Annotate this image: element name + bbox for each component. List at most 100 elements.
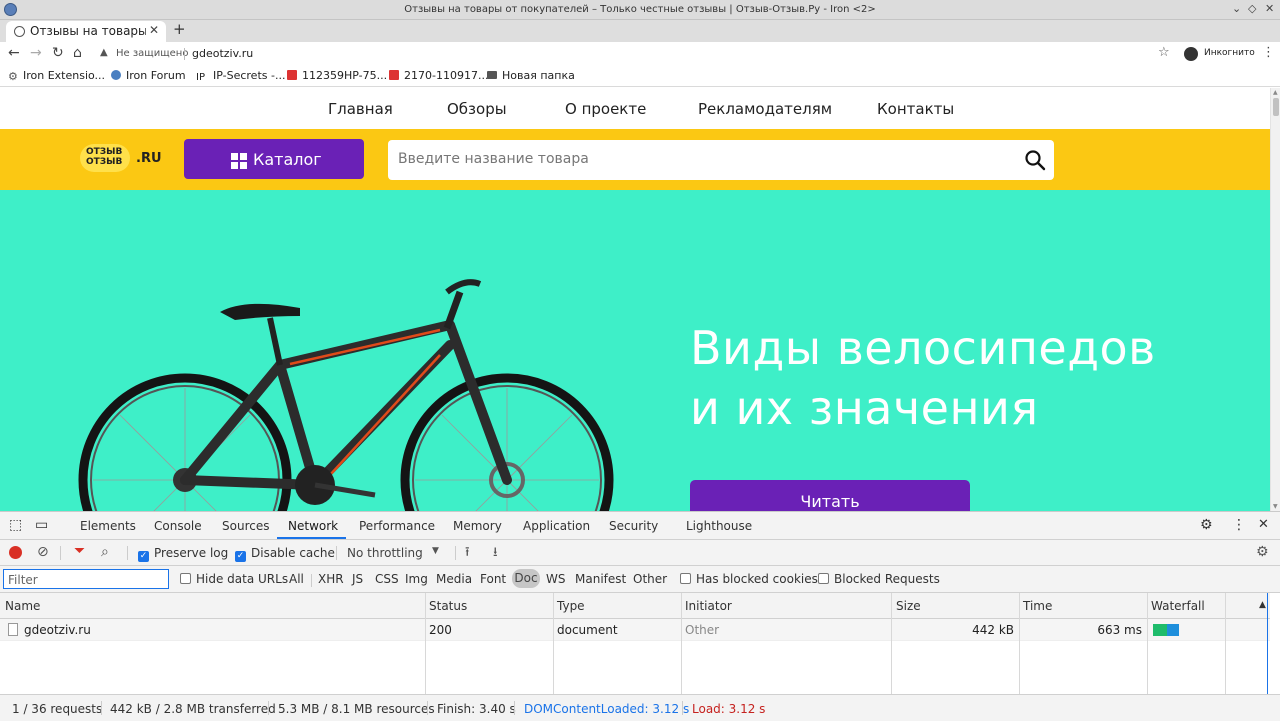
blocked-requests-checkbox[interactable]: Blocked Requests (818, 572, 940, 586)
column-waterfall[interactable]: Waterfall (1151, 599, 1205, 613)
chevron-down-icon[interactable]: ▼ (432, 546, 439, 556)
maximize-icon[interactable]: ◇ (1248, 2, 1256, 15)
gear-icon: ⚙ (8, 70, 18, 83)
tab-sources[interactable]: Sources (222, 519, 269, 533)
scroll-up-icon[interactable]: ▲ (1273, 89, 1278, 96)
settings-gear-icon[interactable]: ⚙ (1200, 517, 1213, 533)
browser-tab[interactable]: Отзывы на товары от ✕ (6, 21, 166, 42)
hero-title: Виды велосипедов и их значения (690, 321, 1156, 435)
bookmark-item[interactable]: Новая папка (487, 69, 575, 82)
column-size[interactable]: Size (896, 599, 921, 613)
column-status[interactable]: Status (429, 599, 467, 613)
close-window-icon[interactable]: ✕ (1265, 2, 1274, 15)
filter-funnel-icon[interactable]: ⏷ (74, 543, 85, 559)
tab-memory[interactable]: Memory (453, 519, 502, 533)
filter-xhr[interactable]: XHR (318, 572, 344, 586)
read-button[interactable]: Читать (690, 480, 970, 511)
close-tab-icon[interactable]: ✕ (149, 23, 159, 37)
sort-ascending-icon[interactable]: ▲ (1259, 600, 1266, 610)
table-row[interactable]: gdeotziv.ru 200 document Other 442 kB 66… (0, 619, 1270, 641)
home-icon[interactable]: ⌂ (73, 45, 82, 61)
status-divider (427, 701, 428, 715)
bookmark-star-icon[interactable]: ☆ (1158, 45, 1170, 60)
preserve-log-checkbox[interactable]: ✓ Preserve log (138, 546, 228, 562)
disable-cache-checkbox[interactable]: ✓ Disable cache (235, 546, 335, 562)
scroll-thumb[interactable] (1273, 98, 1279, 116)
bookmark-item[interactable]: 2170-110917... (389, 69, 488, 82)
close-devtools-icon[interactable]: ✕ (1258, 517, 1269, 532)
nav-reviews[interactable]: Обзоры (447, 100, 507, 118)
cell-type: document (557, 623, 618, 637)
nav-advertisers[interactable]: Рекламодателям (698, 100, 832, 118)
filter-doc[interactable]: Doc (512, 569, 540, 588)
new-tab-button[interactable]: + (173, 20, 186, 38)
back-icon[interactable]: ← (8, 45, 20, 61)
record-icon[interactable] (9, 546, 22, 559)
filter-input[interactable]: Filter (3, 569, 169, 589)
tab-elements[interactable]: Elements (80, 519, 136, 533)
address-separator (184, 48, 185, 60)
waterfall-bar-waiting (1153, 624, 1167, 636)
column-name[interactable]: Name (5, 599, 40, 613)
filter-font[interactable]: Font (480, 572, 506, 586)
bookmark-label: Новая папка (502, 69, 575, 82)
logo-text: ОТЗЫВ ОТЗЫВ (86, 147, 123, 167)
bookmark-item[interactable]: ⚙ Iron Extensio... (8, 69, 105, 83)
finish-time: Finish: 3.40 s (437, 702, 516, 716)
column-initiator[interactable]: Initiator (685, 599, 732, 613)
filter-all[interactable]: All (289, 572, 304, 586)
disable-cache-label: Disable cache (251, 546, 335, 560)
tab-application[interactable]: Application (523, 519, 590, 533)
network-settings-gear-icon[interactable]: ⚙ (1256, 544, 1269, 560)
tab-performance[interactable]: Performance (359, 519, 435, 533)
nav-about[interactable]: О проекте (565, 100, 646, 118)
column-type[interactable]: Type (557, 599, 585, 613)
filter-css[interactable]: CSS (375, 572, 399, 586)
filter-other[interactable]: Other (633, 572, 667, 586)
reload-icon[interactable]: ↻ (52, 45, 64, 61)
catalog-button[interactable]: Каталог (184, 139, 364, 179)
tab-console[interactable]: Console (154, 519, 202, 533)
has-blocked-cookies-checkbox[interactable]: Has blocked cookies (680, 572, 818, 586)
security-label[interactable]: Не защищено (116, 48, 188, 59)
device-toolbar-icon[interactable]: ▭ (35, 517, 48, 533)
tab-network[interactable]: Network (288, 519, 338, 533)
filter-media[interactable]: Media (436, 572, 472, 586)
filter-js[interactable]: JS (352, 572, 363, 586)
search-icon[interactable] (1024, 149, 1046, 171)
checkbox-checked-icon: ✓ (235, 551, 246, 562)
bookmark-item[interactable]: Iron Forum (111, 69, 186, 82)
clear-icon[interactable]: ⊘ (37, 544, 49, 560)
folder-icon (487, 71, 497, 79)
more-options-icon[interactable]: ⋮ (1232, 517, 1246, 533)
warning-icon[interactable]: ▲ (100, 47, 108, 58)
filter-img[interactable]: Img (405, 572, 428, 586)
forward-icon[interactable]: → (30, 45, 42, 61)
browser-menu-icon[interactable]: ⋮ (1262, 45, 1275, 60)
search-input[interactable]: Введите название товара (388, 140, 1054, 180)
minimize-icon[interactable]: ⌄ (1232, 2, 1241, 15)
site-logo[interactable]: ОТЗЫВ ОТЗЫВ .RU (80, 142, 162, 178)
incognito-label[interactable]: Инкогнито (1204, 48, 1255, 58)
page-scrollbar[interactable]: ▲ ▼ (1270, 88, 1280, 511)
tab-security[interactable]: Security (609, 519, 658, 533)
tab-lighthouse[interactable]: Lighthouse (686, 519, 752, 533)
bookmarks-bar: ⚙ Iron Extensio... Iron Forum IP IP-Secret… (0, 66, 1280, 87)
inspect-element-icon[interactable]: ⬚ (9, 517, 22, 533)
nav-contacts[interactable]: Контакты (877, 100, 954, 118)
filter-manifest[interactable]: Manifest (575, 572, 626, 586)
window-titlebar: Отзывы на товары от покупателей – Только… (0, 0, 1280, 20)
search-icon[interactable]: ⌕ (101, 544, 109, 560)
nav-home[interactable]: Главная (328, 100, 393, 118)
address-bar[interactable]: gdeotziv.ru (192, 47, 253, 60)
export-har-icon[interactable]: ⭳ (493, 543, 498, 565)
bookmark-item[interactable]: IP IP-Secrets -... (196, 69, 285, 83)
scroll-down-icon[interactable]: ▼ (1273, 503, 1278, 510)
import-har-icon[interactable]: ⭱ (465, 543, 470, 565)
throttling-select[interactable]: No throttling (347, 546, 423, 560)
filter-ws[interactable]: WS (546, 572, 565, 586)
column-time[interactable]: Time (1023, 599, 1052, 613)
hide-data-urls-checkbox[interactable]: Hide data URLs (180, 572, 288, 586)
bookmark-item[interactable]: 112359HP-75... (287, 69, 387, 82)
window-title: Отзывы на товары от покупателей – Только… (404, 4, 876, 15)
